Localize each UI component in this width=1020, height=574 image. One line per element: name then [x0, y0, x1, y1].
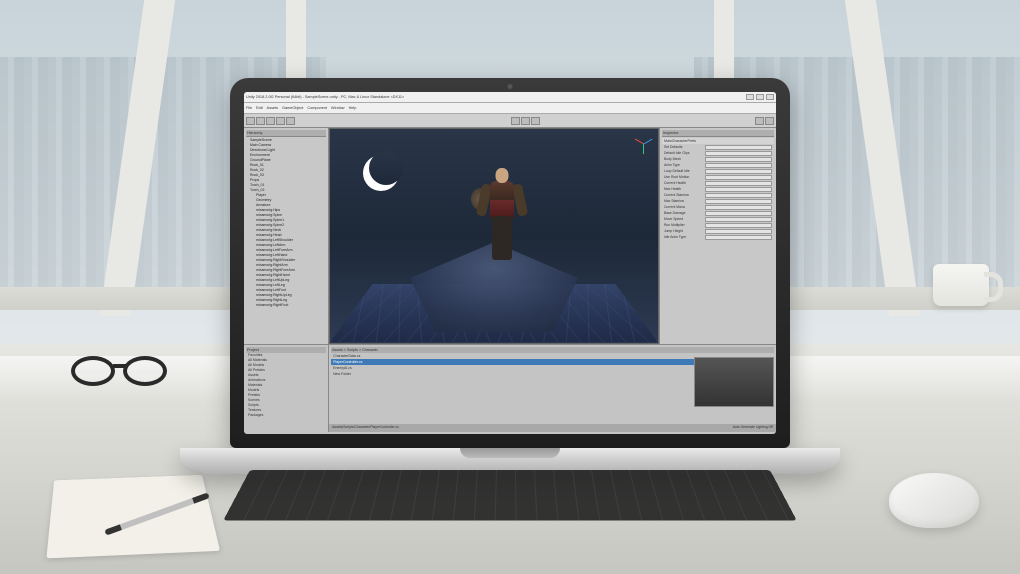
menu-edit[interactable]: Edit: [256, 106, 263, 110]
status-bar: Assets/Scripts/Character/PlayerControlle…: [329, 424, 776, 432]
inspector-field[interactable]: Loop Default Idle: [662, 168, 774, 174]
window-titlebar[interactable]: Unity 2018.2.0f2 Personal (64bit) - Samp…: [244, 92, 776, 104]
menu-component[interactable]: Component: [307, 106, 327, 110]
notebook: [46, 474, 220, 558]
field-label: Move Speed: [664, 217, 705, 222]
window-title: Unity 2018.2.0f2 Personal (64bit) - Samp…: [246, 95, 404, 99]
asset-preview: [694, 357, 774, 407]
close-button[interactable]: [766, 94, 774, 100]
status-path: Assets/Scripts/Character/PlayerControlle…: [332, 425, 399, 431]
field-input[interactable]: [705, 163, 772, 168]
inspector-field[interactable]: Jump Height: [662, 228, 774, 234]
field-label: Max Health: [664, 187, 705, 192]
inspector-field[interactable]: Base Damage: [662, 210, 774, 216]
inspector-field[interactable]: Body Mesh: [662, 156, 774, 162]
field-input[interactable]: [705, 145, 772, 150]
pencil-cup: [933, 264, 989, 306]
field-input[interactable]: [705, 169, 772, 174]
inspector-field[interactable]: Current Mana: [662, 204, 774, 210]
menu-assets[interactable]: Assets: [267, 106, 278, 110]
field-input[interactable]: [705, 229, 772, 234]
maximize-button[interactable]: [756, 94, 764, 100]
menu-file[interactable]: File: [246, 106, 252, 110]
inspector-field[interactable]: Run Multiplier: [662, 222, 774, 228]
field-input[interactable]: [705, 187, 772, 192]
field-input[interactable]: [705, 205, 772, 210]
field-input[interactable]: [705, 217, 772, 222]
field-input[interactable]: [705, 193, 772, 198]
field-label: Current Health: [664, 181, 705, 186]
laptop-keyboard: [223, 470, 797, 521]
asset-browser[interactable]: Assets > Scripts > Character CharacterDa…: [329, 345, 776, 433]
field-label: Run Multiplier: [664, 223, 705, 228]
laptop: Unity 2018.2.0f2 Personal (64bit) - Samp…: [230, 78, 790, 474]
menu-gameobject[interactable]: GameObject: [282, 106, 303, 110]
laptop-screen: Unity 2018.2.0f2 Personal (64bit) - Samp…: [244, 92, 776, 434]
scale-tool-button[interactable]: [276, 117, 285, 125]
inspector-field[interactable]: Max Stamina: [662, 198, 774, 204]
move-tool-button[interactable]: [256, 117, 265, 125]
scene-view[interactable]: [329, 128, 659, 343]
hierarchy-panel[interactable]: Hierarchy SampleSceneMain CameraDirectio…: [244, 128, 329, 343]
field-label: Anim Type: [664, 163, 705, 168]
computer-mouse: [889, 473, 979, 528]
warrior-character[interactable]: [481, 168, 523, 263]
field-label: Use Root Motion: [664, 175, 705, 180]
field-label: Loop Default Idle: [664, 169, 705, 174]
field-label: Default Idle Clips: [664, 151, 705, 156]
project-panel[interactable]: Project FavoritesAll MaterialsAll Models…: [244, 345, 329, 433]
minimize-button[interactable]: [746, 94, 754, 100]
toolbar: [244, 114, 776, 128]
hierarchy-item[interactable]: mixamorig:RightFoot: [246, 302, 326, 307]
field-label: Base Damage: [664, 211, 705, 216]
menu-window[interactable]: Window: [331, 106, 345, 110]
rect-tool-button[interactable]: [286, 117, 295, 125]
field-label: Current Stamina: [664, 193, 705, 198]
field-input[interactable]: [705, 235, 772, 240]
layout-dropdown[interactable]: [765, 117, 774, 125]
layers-dropdown[interactable]: [755, 117, 764, 125]
field-input[interactable]: [705, 181, 772, 186]
step-button[interactable]: [531, 117, 540, 125]
menu-help[interactable]: Help: [349, 106, 357, 110]
inspector-panel[interactable]: Inspector MainCharacterPrefs Set Default…: [659, 128, 776, 343]
inspector-field[interactable]: Default Idle Clips: [662, 150, 774, 156]
pause-button[interactable]: [521, 117, 530, 125]
field-input[interactable]: [705, 211, 772, 216]
field-label: Jump Height: [664, 229, 705, 234]
field-label: Set Defaults: [664, 145, 705, 150]
inspector-field[interactable]: Current Stamina: [662, 192, 774, 198]
webcam-icon: [508, 84, 513, 89]
inspector-field[interactable]: Idle Anim Type: [662, 234, 774, 240]
orientation-gizmo[interactable]: [632, 133, 654, 155]
field-label: Max Stamina: [664, 199, 705, 204]
menu-bar[interactable]: File Edit Assets GameObject Component Wi…: [244, 103, 776, 114]
inspector-field[interactable]: Move Speed: [662, 216, 774, 222]
status-lighting: Auto Generate Lighting Off: [733, 425, 773, 431]
inspector-field[interactable]: Anim Type: [662, 162, 774, 168]
inspector-field[interactable]: Max Health: [662, 186, 774, 192]
hand-tool-button[interactable]: [246, 117, 255, 125]
field-input[interactable]: [705, 151, 772, 156]
laptop-base: [180, 448, 840, 474]
field-label: Current Mana: [664, 205, 705, 210]
project-folder[interactable]: Packages: [246, 413, 326, 418]
field-input[interactable]: [705, 223, 772, 228]
field-input[interactable]: [705, 175, 772, 180]
inspector-header: Inspector: [662, 130, 774, 137]
field-input[interactable]: [705, 199, 772, 204]
field-label: Body Mesh: [664, 157, 705, 162]
inspector-field[interactable]: Use Root Motion: [662, 174, 774, 180]
moon-light-icon: [363, 155, 399, 191]
rotate-tool-button[interactable]: [266, 117, 275, 125]
inspector-field[interactable]: Set Defaults: [662, 144, 774, 150]
play-button[interactable]: [511, 117, 520, 125]
eyeglasses: [71, 356, 181, 396]
inspector-field[interactable]: Current Health: [662, 180, 774, 186]
field-label: Idle Anim Type: [664, 235, 705, 240]
field-input[interactable]: [705, 157, 772, 162]
hierarchy-header: Hierarchy: [246, 130, 326, 137]
